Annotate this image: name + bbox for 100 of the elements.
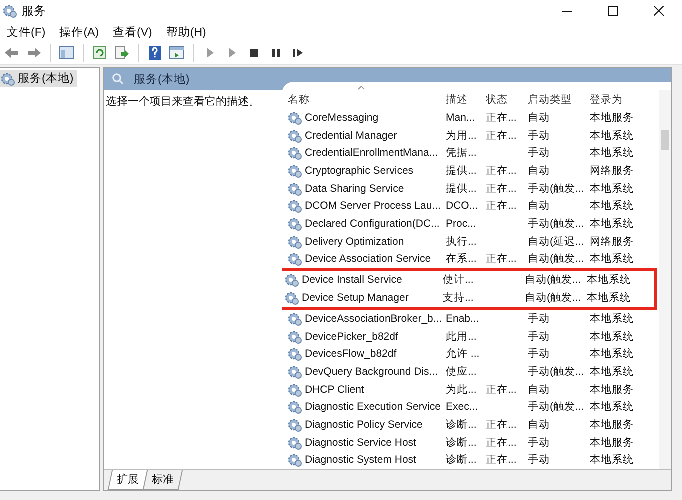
service-description: 凭据...: [446, 146, 478, 160]
column-header[interactable]: 状态: [486, 94, 508, 106]
log-on-as: 本地服务: [590, 111, 635, 126]
service-name[interactable]: Credential Manager: [305, 130, 398, 142]
service-name[interactable]: Delivery Optimization: [305, 236, 404, 248]
service-icon: [288, 400, 302, 414]
service-name[interactable]: Diagnostic Execution Service: [305, 401, 441, 414]
log-on-as: 本地系统: [590, 400, 635, 414]
log-on-as: 本地系统: [590, 252, 635, 266]
column-header[interactable]: 名称: [288, 94, 310, 106]
log-on-as: 本地系统: [590, 330, 635, 344]
log-on-as: 本地系统: [590, 128, 635, 143]
startup-type: 手动(触发...: [528, 365, 586, 380]
service-name[interactable]: Diagnostic Policy Service: [305, 418, 423, 431]
log-on-as: 本地系统: [587, 291, 632, 306]
service-icon: [288, 128, 302, 143]
service-description: 支持...: [443, 291, 475, 306]
service-name[interactable]: DCOM Server Process Lau...: [305, 200, 441, 212]
service-name[interactable]: Diagnostic System Host: [305, 454, 416, 466]
startup-type: 手动: [528, 436, 551, 450]
service-icon: [288, 382, 302, 397]
service-icon: [288, 164, 302, 178]
log-on-as: 本地系统: [590, 312, 635, 326]
service-name[interactable]: Device Setup Manager: [302, 292, 409, 304]
column-header[interactable]: 描述: [446, 94, 468, 106]
maximize-icon: [608, 6, 618, 16]
log-on-as: 本地系统: [590, 453, 635, 468]
service-name[interactable]: Cryptographic Services: [305, 165, 414, 178]
service-description: 此用...: [446, 330, 478, 344]
service-status: 正在...: [486, 418, 518, 432]
service-status: 正在...: [486, 111, 518, 126]
service-icon: [288, 199, 302, 214]
menu-item[interactable]: 文件(F): [2, 24, 51, 40]
column-header[interactable]: 启动类型: [528, 94, 572, 106]
log-on-as: 网络服务: [590, 164, 635, 178]
log-on-as: 本地系统: [590, 347, 635, 362]
menu-item[interactable]: 帮助(H): [161, 24, 212, 40]
tree-item[interactable]: 服务(本地): [0, 70, 77, 87]
view-tab[interactable]: 标准: [142, 470, 184, 490]
service-status: 正在...: [486, 382, 518, 397]
startup-type: 自动(触发...: [528, 252, 586, 266]
refresh-icon[interactable]: [91, 44, 109, 62]
startup-type: 自动: [528, 199, 551, 214]
service-status: 正在...: [486, 182, 518, 196]
help-icon[interactable]: [146, 44, 164, 62]
service-description: 在系...: [446, 252, 478, 266]
search-icon: [112, 73, 124, 85]
service-description: 诊断...: [446, 418, 478, 432]
service-name[interactable]: DevicesFlow_b82df: [305, 348, 397, 360]
service-description: 为此...: [446, 382, 478, 397]
service-status: 正在...: [486, 453, 518, 468]
service-description: Proc...: [446, 218, 478, 230]
export-icon[interactable]: [113, 44, 131, 62]
service-status: 正在...: [486, 164, 518, 178]
menu-item[interactable]: 操作(A): [54, 24, 104, 40]
service-status: 正在...: [486, 436, 518, 450]
scroll-bar[interactable]: [659, 90, 671, 469]
service-name[interactable]: DevicePicker_b82df: [305, 330, 398, 343]
close-icon: [654, 6, 664, 16]
service-description: DCO...: [446, 200, 480, 212]
app-icon: [3, 4, 17, 18]
service-name[interactable]: Declared Configuration(DC...: [305, 218, 440, 230]
startup-type: 手动: [528, 312, 551, 326]
service-icon: [285, 291, 299, 306]
service-description: 诊断...: [446, 453, 478, 468]
log-on-as: 本地系统: [590, 146, 635, 160]
startup-type: 自动: [528, 164, 551, 178]
menu-item[interactable]: 查看(V): [108, 24, 158, 40]
console-tree-icon[interactable]: [58, 44, 76, 62]
service-description: 提供...: [446, 164, 478, 178]
log-on-as: 本地系统: [590, 216, 635, 231]
startup-type: 自动: [528, 382, 551, 397]
service-description: 提供...: [446, 182, 478, 196]
startup-type: 自动(触发...: [525, 291, 582, 306]
log-on-as: 本地服务: [590, 382, 635, 397]
startup-type: 自动(触发...: [525, 273, 582, 288]
service-name[interactable]: Data Sharing Service: [305, 182, 404, 195]
service-name[interactable]: CoreMessaging: [305, 112, 379, 124]
view-tab[interactable]: 扩展: [108, 470, 148, 490]
service-name[interactable]: Device Install Service: [302, 274, 402, 286]
startup-type: 手动: [528, 453, 551, 468]
description-text: 选择一个项目来查看它的描述。: [105, 94, 261, 110]
service-name[interactable]: Diagnostic Service Host: [305, 436, 416, 449]
service-name[interactable]: Device Association Service: [305, 253, 432, 266]
service-description: 诊断...: [446, 436, 478, 450]
column-header[interactable]: 登录为: [590, 94, 623, 106]
service-name[interactable]: DeviceAssociationBroker_b...: [305, 313, 442, 326]
service-name[interactable]: CredentialEnrollmentMana...: [305, 147, 438, 160]
service-icon: [288, 146, 302, 160]
startup-type: 手动: [528, 330, 551, 344]
log-on-as: 本地服务: [590, 436, 635, 450]
startup-type: 手动: [528, 347, 551, 362]
service-name[interactable]: DevQuery Background Dis...: [305, 366, 438, 378]
startup-type: 手动(触发...: [528, 400, 586, 414]
service-name[interactable]: DHCP Client: [305, 384, 364, 396]
log-on-as: 本地系统: [590, 365, 635, 380]
service-status: 正在...: [486, 199, 518, 214]
window-title: 服务: [22, 2, 46, 20]
properties-icon[interactable]: [168, 44, 186, 62]
service-status: 正在...: [486, 252, 518, 266]
